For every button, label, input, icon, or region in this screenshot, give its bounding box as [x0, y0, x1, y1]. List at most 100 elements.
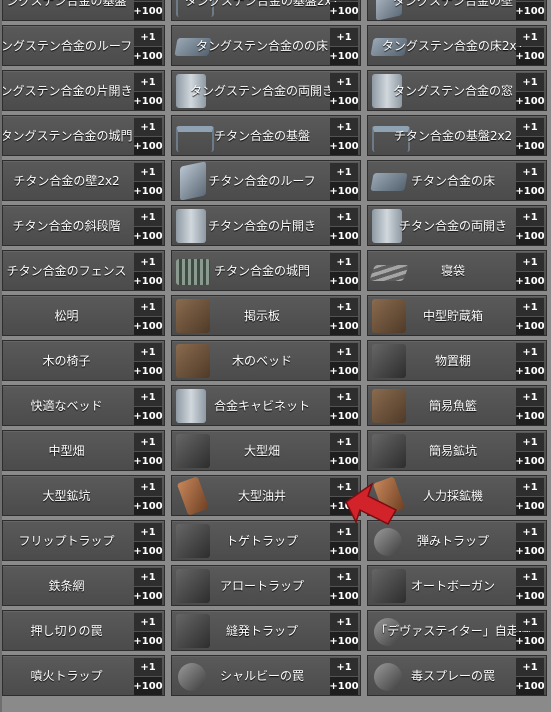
add-hundred-button[interactable]: +100: [133, 137, 163, 155]
add-one-button[interactable]: +1: [134, 118, 162, 136]
add-one-button[interactable]: +1: [134, 433, 162, 451]
build-item-tile[interactable]: タングステン合金の窓 +1 +100: [367, 70, 547, 111]
build-item-tile[interactable]: 掲示板 +1 +100: [171, 295, 361, 336]
add-hundred-button[interactable]: +100: [515, 542, 545, 560]
add-one-button[interactable]: +1: [330, 28, 358, 46]
add-one-button[interactable]: +1: [134, 208, 162, 226]
build-item-tile[interactable]: 押し切りの罠 +1 +100: [2, 610, 165, 651]
add-hundred-button[interactable]: +100: [329, 137, 359, 155]
add-one-button[interactable]: +1: [516, 208, 544, 226]
add-one-button[interactable]: +1: [134, 163, 162, 181]
build-item-tile[interactable]: ングステン合金のルーフ +1 +100: [2, 25, 165, 66]
add-hundred-button[interactable]: +100: [133, 407, 163, 425]
add-hundred-button[interactable]: +100: [515, 227, 545, 245]
build-item-tile[interactable]: 中型貯蔵箱 +1 +100: [367, 295, 547, 336]
add-one-button[interactable]: +1: [516, 28, 544, 46]
add-one-button[interactable]: +1: [134, 523, 162, 541]
add-one-button[interactable]: +1: [330, 73, 358, 91]
add-hundred-button[interactable]: +100: [329, 587, 359, 605]
add-one-button[interactable]: +1: [134, 343, 162, 361]
add-one-button[interactable]: +1: [330, 298, 358, 316]
add-one-button[interactable]: +1: [330, 208, 358, 226]
add-hundred-button[interactable]: +100: [133, 497, 163, 515]
add-one-button[interactable]: +1: [134, 28, 162, 46]
build-item-tile[interactable]: タングステン合金の基盤2x2+1+100: [171, 0, 361, 21]
add-one-button[interactable]: +1: [134, 253, 162, 271]
add-hundred-button[interactable]: +100: [133, 92, 163, 110]
build-item-tile[interactable]: ングステン合金の片開き +1 +100: [2, 70, 165, 111]
add-one-button[interactable]: +1: [134, 298, 162, 316]
build-item-tile[interactable]: トゲトラップ +1 +100: [171, 520, 361, 561]
add-one-button[interactable]: +1: [134, 478, 162, 496]
build-item-tile[interactable]: チタン合金の壁2x2 +1 +100: [2, 160, 165, 201]
add-hundred-button[interactable]: +100: [329, 2, 359, 20]
add-hundred-button[interactable]: +100: [329, 452, 359, 470]
add-hundred-button[interactable]: +100: [329, 92, 359, 110]
build-item-tile[interactable]: 木のベッド +1 +100: [171, 340, 361, 381]
add-hundred-button[interactable]: +100: [133, 587, 163, 605]
add-hundred-button[interactable]: +100: [133, 272, 163, 290]
build-item-tile[interactable]: チタン合金の床 +1 +100: [367, 160, 547, 201]
build-item-tile[interactable]: 簡易魚籃 +1 +100: [367, 385, 547, 426]
build-item-tile[interactable]: 松明 +1 +100: [2, 295, 165, 336]
add-hundred-button[interactable]: +100: [329, 542, 359, 560]
add-hundred-button[interactable]: +100: [133, 47, 163, 65]
add-hundred-button[interactable]: +100: [133, 317, 163, 335]
add-hundred-button[interactable]: +100: [133, 2, 163, 20]
build-item-tile[interactable]: 弾みトラップ +1 +100: [367, 520, 547, 561]
add-hundred-button[interactable]: +100: [133, 677, 163, 695]
add-one-button[interactable]: +1: [330, 343, 358, 361]
add-hundred-button[interactable]: +100: [515, 2, 545, 20]
add-hundred-button[interactable]: +100: [515, 47, 545, 65]
build-item-tile[interactable]: 毒スプレーの罠 +1 +100: [367, 655, 547, 696]
build-item-tile[interactable]: 人力採鉱機 +1 +100: [367, 475, 547, 516]
build-item-tile[interactable]: 中型畑 +1 +100: [2, 430, 165, 471]
add-hundred-button[interactable]: +100: [329, 497, 359, 515]
add-hundred-button[interactable]: +100: [515, 632, 545, 650]
add-one-button[interactable]: +1: [134, 613, 162, 631]
add-hundred-button[interactable]: +100: [133, 227, 163, 245]
add-hundred-button[interactable]: +100: [329, 677, 359, 695]
add-one-button[interactable]: +1: [516, 118, 544, 136]
add-one-button[interactable]: +1: [330, 388, 358, 406]
build-item-tile[interactable]: 合金キャビネット +1 +100: [171, 385, 361, 426]
build-item-tile[interactable]: タングステン合金のの床 +1 +100: [171, 25, 361, 66]
build-item-tile[interactable]: タングステン合金の両開き +1 +100: [171, 70, 361, 111]
build-item-tile[interactable]: 物置棚 +1 +100: [367, 340, 547, 381]
add-one-button[interactable]: +1: [516, 478, 544, 496]
add-hundred-button[interactable]: +100: [329, 632, 359, 650]
build-item-tile[interactable]: 「デヴァステイター」自走砲 +1 +100: [367, 610, 547, 651]
add-one-button[interactable]: +1: [516, 298, 544, 316]
build-item-tile[interactable]: チタン合金の基盤 +1 +100: [171, 115, 361, 156]
add-one-button[interactable]: +1: [516, 343, 544, 361]
build-item-tile[interactable]: 木の椅子 +1 +100: [2, 340, 165, 381]
build-item-tile[interactable]: アロートラップ +1 +100: [171, 565, 361, 606]
add-hundred-button[interactable]: +100: [329, 317, 359, 335]
build-item-tile[interactable]: チタン合金のフェンス +1 +100: [2, 250, 165, 291]
add-hundred-button[interactable]: +100: [515, 137, 545, 155]
add-hundred-button[interactable]: +100: [515, 182, 545, 200]
build-item-tile[interactable]: 大型鉱坑 +1 +100: [2, 475, 165, 516]
add-one-button[interactable]: +1: [330, 433, 358, 451]
add-hundred-button[interactable]: +100: [329, 407, 359, 425]
add-hundred-button[interactable]: +100: [329, 272, 359, 290]
add-one-button[interactable]: +1: [516, 613, 544, 631]
add-one-button[interactable]: +1: [330, 163, 358, 181]
build-item-tile[interactable]: チタン合金の両開き +1 +100: [367, 205, 547, 246]
add-one-button[interactable]: +1: [134, 658, 162, 676]
add-hundred-button[interactable]: +100: [515, 587, 545, 605]
add-one-button[interactable]: +1: [330, 523, 358, 541]
add-one-button[interactable]: +1: [330, 658, 358, 676]
add-one-button[interactable]: +1: [134, 568, 162, 586]
add-hundred-button[interactable]: +100: [133, 452, 163, 470]
add-hundred-button[interactable]: +100: [515, 362, 545, 380]
build-item-tile[interactable]: チタン合金の片開き +1 +100: [171, 205, 361, 246]
build-item-tile[interactable]: 快適なベッド +1 +100: [2, 385, 165, 426]
add-one-button[interactable]: +1: [516, 568, 544, 586]
add-hundred-button[interactable]: +100: [329, 47, 359, 65]
add-hundred-button[interactable]: +100: [515, 452, 545, 470]
add-one-button[interactable]: +1: [330, 568, 358, 586]
add-one-button[interactable]: +1: [516, 388, 544, 406]
build-item-tile[interactable]: チタン合金のルーフ +1 +100: [171, 160, 361, 201]
add-hundred-button[interactable]: +100: [133, 542, 163, 560]
